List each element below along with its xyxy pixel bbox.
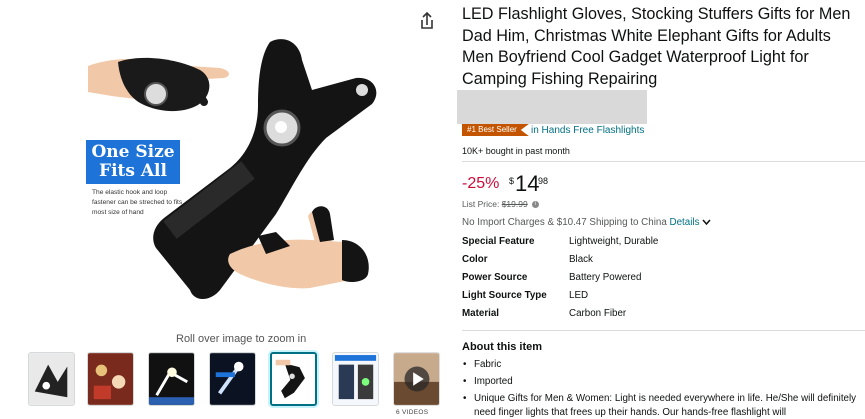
size-badge-line2: Fits All (99, 161, 167, 181)
zoom-hint: Roll over image to zoom in (176, 333, 307, 345)
list-price: List Price: $19.99 i (462, 199, 540, 209)
image-gallery: One Size Fits All The elastic hook and l… (0, 0, 450, 419)
spec-row: Special Feature Lightweight, Durable (462, 236, 762, 250)
shipping-text: No Import Charges & $10.47 Shipping to C… (462, 217, 667, 228)
spec-value: Battery Powered (569, 272, 642, 283)
price-whole: 14 (515, 171, 540, 196)
spec-label: Color (462, 254, 488, 265)
spec-value: LED (569, 290, 589, 301)
spec-row: Material Carbon Fiber (462, 308, 762, 322)
video-thumbnail[interactable] (393, 352, 440, 406)
spec-row: Power Source Battery Powered (462, 272, 762, 286)
thumbnail[interactable] (28, 352, 75, 406)
size-badge: One Size Fits All (86, 140, 180, 184)
about-item: Imported (463, 375, 864, 389)
spec-label: Material (462, 308, 500, 319)
list-price-value: $19.99 (501, 199, 528, 209)
chevron-down-icon[interactable] (702, 219, 711, 226)
store-link-redacted[interactable] (457, 90, 647, 124)
best-seller-category-link[interactable]: in Hands Free Flashlights (531, 124, 644, 137)
divider (462, 161, 865, 162)
about-item: Fabric (463, 358, 864, 372)
shipping-info: No Import Charges & $10.47 Shipping to C… (462, 217, 711, 228)
thumbnail[interactable] (87, 352, 134, 406)
best-seller-badge[interactable]: #1 Best Seller (462, 124, 529, 136)
spec-value: Black (569, 254, 593, 265)
list-price-label: List Price: (462, 199, 500, 209)
about-item: Unique Gifts for Men & Women: Light is n… (463, 392, 864, 419)
about-title: About this item (462, 341, 543, 353)
info-icon[interactable]: i (532, 201, 540, 209)
spec-label: Power Source (462, 272, 528, 283)
thumbnail-strip (28, 352, 448, 408)
discount-percentage: -25% (462, 175, 500, 192)
price-fraction: 98 (538, 176, 549, 186)
spec-row: Light Source Type LED (462, 290, 762, 304)
share-icon[interactable] (416, 10, 438, 32)
size-description: The elastic hook and loop fastener can b… (92, 189, 183, 216)
spec-label: Light Source Type (462, 290, 547, 301)
spec-row: Color Black (462, 254, 762, 268)
thumbnail[interactable] (332, 352, 379, 406)
spec-label: Special Feature (462, 236, 535, 247)
details-link-label[interactable]: Details (670, 217, 700, 228)
video-count[interactable]: 6 VIDEOS (396, 409, 428, 416)
divider (462, 330, 865, 331)
shipping-details-link[interactable]: Details (670, 217, 712, 228)
thumbnail[interactable] (209, 352, 256, 406)
bought-count: 10K+ bought in past month (462, 146, 570, 156)
size-badge-line1: One Size (91, 142, 175, 162)
spec-value: Lightweight, Durable (569, 236, 659, 247)
product-title: LED Flashlight Gloves, Stocking Stuffers… (462, 5, 851, 88)
spec-value: Carbon Fiber (569, 308, 627, 319)
thumbnail-selected[interactable] (270, 352, 317, 406)
price-symbol: $ (509, 176, 515, 186)
thumbnail[interactable] (148, 352, 195, 406)
